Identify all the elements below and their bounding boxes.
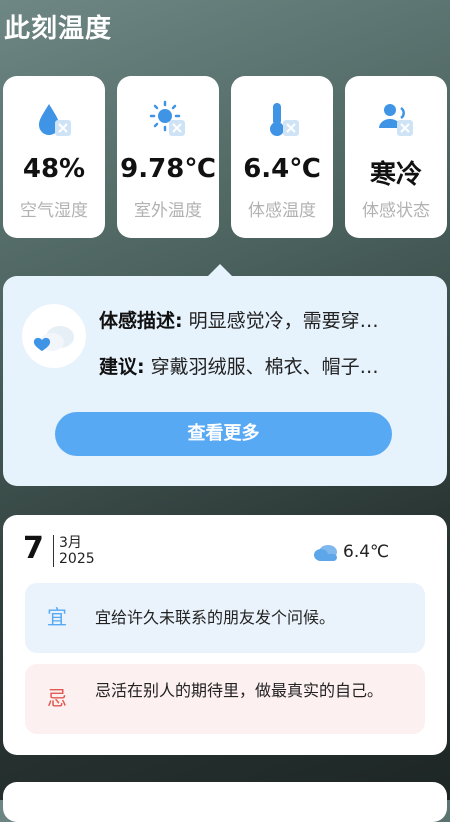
feel-temp-value: 6.4℃ (243, 154, 321, 184)
outdoor-temp-label: 室外温度 (134, 201, 202, 221)
outdoor-temp-card[interactable]: 9.78℃ 室外温度 (117, 76, 219, 238)
ji-label: 忌 (47, 686, 67, 710)
next-card (3, 782, 447, 822)
feel-temp-card[interactable]: 6.4℃ 体感温度 (231, 76, 333, 238)
view-more-button[interactable]: 查看更多 (55, 412, 392, 456)
humidity-card[interactable]: 48% 空气湿度 (3, 76, 105, 238)
thermometer-icon (270, 103, 299, 136)
feel-status-card[interactable]: 寒冷 体感状态 (345, 76, 447, 238)
page-title: 此刻温度 (4, 14, 113, 44)
calendar-card: 7 3月 2025 6.4℃ 宜 宜给许久未联系的朋友发个问候。 忌 忌活在别人… (3, 515, 447, 755)
ji-text: 忌活在别人的期待里，做最真实的自己。 (95, 681, 384, 700)
humidity-icon (39, 104, 71, 136)
weather-summary: 6.4℃ (313, 541, 389, 563)
metric-cards: 48% 空气湿度 9.78℃ 室外温度 6.4℃ 体感温度 寒冷 体感状态 (3, 76, 447, 238)
outdoor-temp-value: 9.78℃ (120, 154, 216, 184)
panel-pointer (208, 264, 232, 276)
feel-status-label: 体感状态 (362, 201, 430, 221)
feel-status-value: 寒冷 (369, 160, 422, 190)
feel-advice: 建议: 穿戴羽绒服、棉衣、帽子… (99, 356, 379, 378)
person-status-icon (379, 104, 413, 136)
yi-label: 宜 (47, 605, 67, 629)
humidity-value: 48% (22, 154, 86, 184)
weather-temp: 6.4℃ (343, 542, 390, 562)
sun-thermometer-icon (149, 100, 185, 136)
feel-detail-panel: 体感描述: 明显感觉冷，需要穿… 建议: 穿戴羽绒服、棉衣、帽子… 查看更多 (3, 264, 447, 486)
yi-text: 宜给许久未联系的朋友发个问候。 (95, 608, 336, 627)
feel-temp-label: 体感温度 (248, 201, 316, 221)
date-day: 7 (23, 531, 44, 566)
cloud-icon (314, 545, 337, 561)
date-month-year: 3月 2025 (59, 535, 95, 567)
date-divider (53, 535, 54, 567)
weather-heart-icon (22, 304, 86, 368)
ji-tip: 忌 忌活在别人的期待里，做最真实的自己。 (25, 664, 425, 734)
yi-tip: 宜 宜给许久未联系的朋友发个问候。 (25, 583, 425, 653)
humidity-label: 空气湿度 (20, 201, 88, 221)
feel-description: 体感描述: 明显感觉冷，需要穿… (99, 310, 379, 332)
